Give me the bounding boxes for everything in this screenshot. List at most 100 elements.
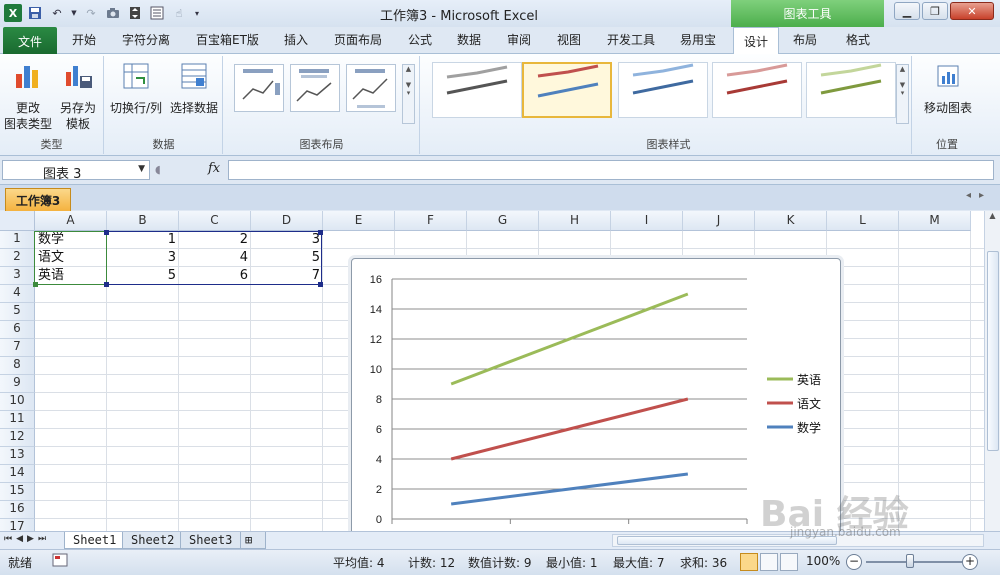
range-handle-top-right[interactable] [318, 230, 323, 235]
tab-developer[interactable]: 开发工具 [607, 31, 655, 48]
column-header-c[interactable]: C [179, 211, 251, 231]
row-header-7[interactable]: 7 [0, 339, 35, 357]
tab-review[interactable]: 审阅 [507, 31, 531, 48]
save-as-template-button[interactable]: 另存为 模板 [54, 60, 102, 132]
range-handle-bottom-right[interactable] [318, 282, 323, 287]
column-header-l[interactable]: L [827, 211, 899, 231]
chart-layout-3[interactable] [346, 64, 396, 112]
save-icon[interactable] [26, 4, 44, 22]
row-header-15[interactable]: 15 [0, 483, 35, 501]
row-header-12[interactable]: 12 [0, 429, 35, 447]
sheet-tab-sheet3[interactable]: Sheet3 [180, 532, 242, 549]
sort-icon[interactable] [126, 4, 144, 22]
tab-format[interactable]: 格式 [846, 31, 870, 48]
page-layout-view-icon[interactable] [760, 553, 778, 571]
chart-style-4[interactable] [712, 62, 802, 118]
row-header-17[interactable]: 17 [0, 519, 35, 531]
tab-char-split[interactable]: 字符分离 [122, 31, 170, 48]
row-header-9[interactable]: 9 [0, 375, 35, 393]
switch-row-column-button[interactable]: 切换行/列 [107, 60, 165, 116]
workbook-nav-icons[interactable]: ◂▸ [966, 190, 992, 201]
row-header-8[interactable]: 8 [0, 357, 35, 375]
chart-styles-more-icon[interactable]: ▲ ▼ ▾ [896, 64, 909, 124]
name-box-dropdown-icon[interactable]: ▼ [138, 164, 145, 174]
worksheet-grid[interactable]: ABCDEFGHIJKLM 1 2 3 4 5 6 7 8 9 10 11 12 13 14 15 16 17 … [0, 211, 984, 531]
form-icon[interactable] [148, 4, 166, 22]
tab-page-layout[interactable]: 页面布局 [334, 31, 382, 48]
tab-data[interactable]: 数据 [457, 31, 481, 48]
undo-icon[interactable]: ↶ [48, 4, 66, 22]
camera-icon[interactable] [104, 4, 122, 22]
column-header-j[interactable]: J [683, 211, 755, 231]
column-header-k[interactable]: K [755, 211, 827, 231]
name-box[interactable]: 图表 3 ▼ [2, 160, 150, 182]
formula-input[interactable] [228, 160, 994, 180]
macro-record-icon[interactable] [52, 553, 68, 570]
chart-style-2[interactable] [522, 62, 612, 118]
row-header-11[interactable]: 11 [0, 411, 35, 429]
zoom-in-icon[interactable]: + [962, 554, 978, 570]
chart-layout-more-icon[interactable]: ▲ ▼ ▾ [402, 64, 415, 124]
column-header-e[interactable]: E [323, 211, 395, 231]
chart-layout-2[interactable] [290, 64, 340, 112]
tab-file[interactable]: 文件 [3, 27, 57, 54]
vertical-scroll-thumb[interactable] [987, 251, 999, 451]
row-header-10[interactable]: 10 [0, 393, 35, 411]
chart-style-5[interactable] [806, 62, 896, 118]
page-break-view-icon[interactable] [780, 553, 798, 571]
row-header-2[interactable]: 2 [0, 249, 35, 267]
range-handle-bottom[interactable] [104, 282, 109, 287]
close-icon[interactable]: ✕ [950, 2, 994, 20]
select-all-corner[interactable] [0, 211, 35, 231]
vertical-scrollbar[interactable]: ▲ [984, 211, 1000, 531]
zoom-level[interactable]: 100% [806, 554, 840, 568]
insert-sheet-icon[interactable]: ⊞ [240, 532, 266, 549]
tab-view[interactable]: 视图 [557, 31, 581, 48]
chart-style-1[interactable] [432, 62, 522, 118]
zoom-slider[interactable] [866, 561, 962, 563]
row-header-16[interactable]: 16 [0, 501, 35, 519]
touch-mode-icon[interactable]: ☝ [170, 4, 188, 22]
chart-style-3[interactable] [618, 62, 708, 118]
row-header-14[interactable]: 14 [0, 465, 35, 483]
normal-view-icon[interactable] [740, 553, 758, 571]
row-header-6[interactable]: 6 [0, 321, 35, 339]
range-handle-top[interactable] [104, 230, 109, 235]
row-header-13[interactable]: 13 [0, 447, 35, 465]
restore-icon[interactable]: ❐ [922, 2, 948, 20]
tab-formulas[interactable]: 公式 [408, 31, 432, 48]
column-header-b[interactable]: B [107, 211, 179, 231]
customize-qat-icon[interactable]: ▾ [192, 4, 202, 22]
zoom-out-icon[interactable]: − [846, 554, 862, 570]
undo-dropdown-icon[interactable]: ▼ [70, 4, 78, 22]
select-data-button[interactable]: 选择数据 [167, 60, 221, 116]
column-header-a[interactable]: A [35, 211, 107, 231]
column-header-i[interactable]: I [611, 211, 683, 231]
tab-design[interactable]: 设计 [733, 27, 779, 55]
sheet-tab-sheet2[interactable]: Sheet2 [122, 532, 184, 549]
scroll-up-icon[interactable]: ▲ [985, 211, 1000, 220]
row-header-5[interactable]: 5 [0, 303, 35, 321]
tab-baobao-et[interactable]: 百宝箱ET版 [196, 31, 259, 48]
tab-home[interactable]: 开始 [72, 31, 96, 48]
sheet-nav-icons[interactable]: ⏮◀▶⏭ [4, 534, 50, 544]
column-header-g[interactable]: G [467, 211, 539, 231]
insert-function-button[interactable]: fx [208, 161, 220, 176]
column-header-h[interactable]: H [539, 211, 611, 231]
sheet-tab-sheet1[interactable]: Sheet1 [64, 532, 126, 549]
chart-layout-1[interactable] [234, 64, 284, 112]
tab-layout[interactable]: 布局 [793, 31, 817, 48]
row-header-4[interactable]: 4 [0, 285, 35, 303]
tab-insert[interactable]: 插入 [284, 31, 308, 48]
minimize-icon[interactable]: ▁ [894, 2, 920, 20]
category-handle-bottom[interactable] [33, 282, 38, 287]
zoom-slider-knob[interactable] [906, 554, 914, 568]
redo-icon[interactable]: ↷ [82, 4, 100, 22]
row-header-3[interactable]: 3 [0, 267, 35, 285]
row-header-1[interactable]: 1 [0, 231, 35, 249]
tab-yiyongbao[interactable]: 易用宝 [680, 31, 716, 48]
change-chart-type-button[interactable]: 更改 图表类型 [4, 60, 52, 132]
workbook-tab[interactable]: 工作簿3 [5, 188, 71, 211]
excel-logo-icon[interactable]: X [4, 4, 22, 22]
column-header-m[interactable]: M [899, 211, 971, 231]
